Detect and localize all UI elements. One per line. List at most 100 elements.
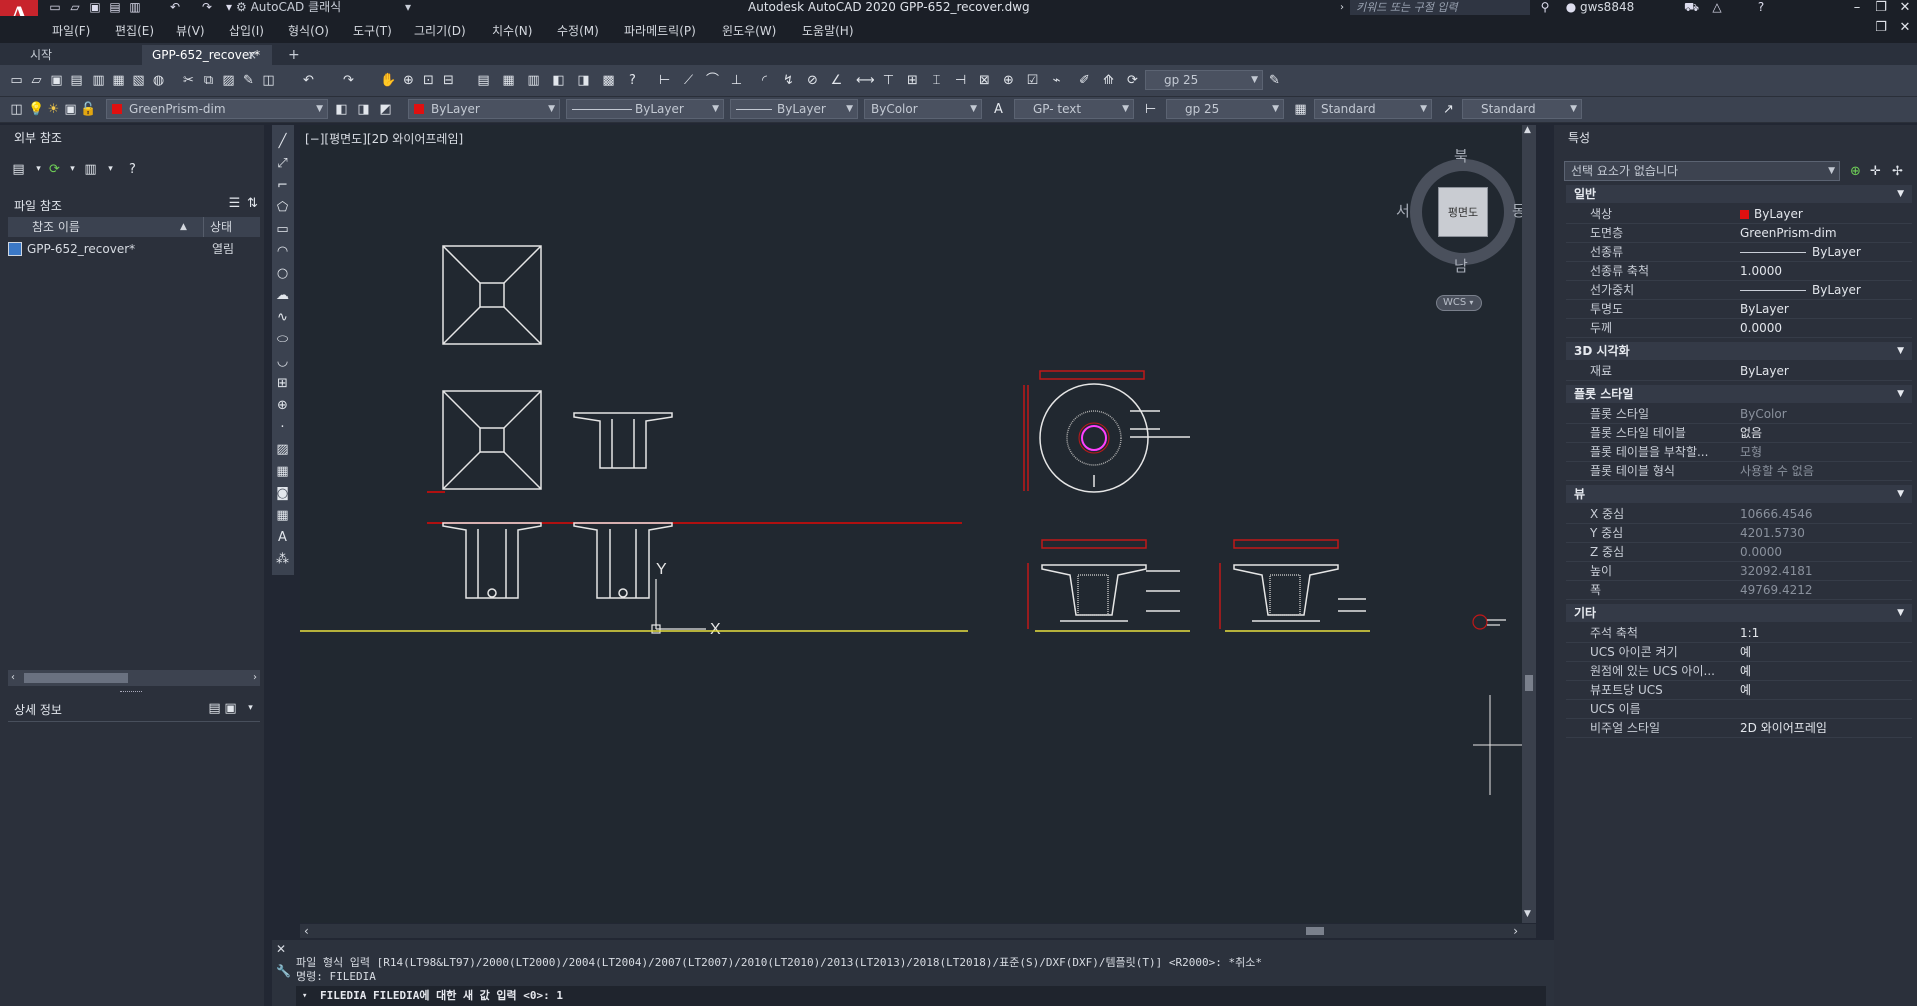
polygon-icon[interactable]: ⬠ [274, 199, 291, 216]
viewcube[interactable]: 평면도 북 남 동 서 [1396, 145, 1526, 285]
quickcalc-icon[interactable]: ▩ [600, 72, 617, 89]
property-row[interactable]: 선종류 ByLayer [1566, 243, 1912, 262]
undo-icon[interactable]: ↶ [300, 72, 317, 89]
open-file-icon[interactable]: ▱ [68, 1, 82, 14]
saveas-icon[interactable]: ▤ [68, 72, 85, 89]
scroll-thumb-vertical[interactable] [1525, 675, 1533, 691]
menu-modify[interactable]: 수정(M) [557, 22, 599, 39]
user-icon[interactable]: ● [1564, 1, 1578, 14]
dim-text-edit-icon[interactable]: ⟰ [1100, 72, 1117, 89]
scroll-left-icon[interactable]: ‹ [11, 670, 15, 686]
doc-close-icon[interactable]: ✕ [1894, 20, 1916, 36]
layer-on-icon[interactable]: 💡 [28, 101, 45, 118]
dim-arc-icon[interactable]: ⌒ [704, 72, 721, 89]
hatch-icon[interactable]: ▨ [274, 441, 291, 458]
preview-icon[interactable]: ▣ [222, 700, 239, 717]
property-row[interactable]: 선종류 축척 1.0000 [1566, 262, 1912, 281]
jogged-linear-icon[interactable]: ⌁ [1048, 72, 1065, 89]
layer-combo[interactable]: GreenPrism-dim ▼ [106, 99, 328, 119]
cart-icon[interactable]: ⛟ [1684, 1, 1699, 14]
workspace-selector[interactable]: ⚙ AutoCAD 클래식 ▾ [236, 0, 421, 15]
section-header[interactable]: 기타 ▼ [1566, 604, 1912, 622]
tool-palettes-icon[interactable]: ▥ [525, 72, 542, 89]
refresh-icon[interactable]: ⟳ [46, 161, 63, 178]
menu-dimension[interactable]: 치수(N) [492, 22, 532, 39]
point-icon[interactable]: · [274, 419, 291, 436]
drawing-canvas[interactable]: [−][평면도][2D 와이어프레임] Y X 평면도 북 남 동 서 WCS … [300, 125, 1536, 938]
arc-icon[interactable]: ◠ [274, 243, 291, 260]
canvas-horizontal-scrollbar[interactable]: ‹ › [300, 924, 1536, 938]
dimstyle-manager-icon[interactable]: ✎ [1266, 72, 1283, 89]
dim-space-icon[interactable]: ⌶ [928, 72, 945, 89]
command-menu-icon[interactable]: ▾ [302, 986, 307, 1006]
dim-jogged-icon[interactable]: ↯ [780, 72, 797, 89]
scroll-right-icon[interactable]: › [253, 670, 257, 686]
property-row[interactable]: 주석 축척 1:1 [1566, 624, 1912, 643]
menu-edit[interactable]: 편집(E) [115, 22, 154, 39]
list-view-icon[interactable]: ☰ [226, 195, 243, 212]
dimstyle-combo[interactable]: gp 25 ▼ [1145, 70, 1263, 90]
property-row[interactable]: 뷰포트당 UCS 예 [1566, 681, 1912, 700]
help-icon[interactable]: ? [124, 161, 141, 178]
save-as-icon[interactable]: ▤ [108, 1, 122, 14]
layer-viewport-icon[interactable]: ▣ [62, 101, 79, 118]
property-row[interactable]: 플롯 테이블 형식 사용할 수 없음 [1566, 462, 1912, 481]
dim-linear-icon[interactable]: ⊢ [656, 72, 673, 89]
quick-select-icon[interactable]: ✢ [1889, 163, 1906, 180]
inspect-icon[interactable]: ☑ [1024, 72, 1041, 89]
collapse-chevron-icon[interactable]: ▼ [1897, 604, 1904, 622]
property-row[interactable]: 폭 49769.4212 [1566, 581, 1912, 600]
property-row[interactable]: Y 중심 4201.5730 [1566, 524, 1912, 543]
dim-aligned-icon[interactable]: ⟋ [680, 72, 697, 89]
properties-icon[interactable]: ▤ [475, 72, 492, 89]
col-status-header[interactable]: 상태 [210, 217, 232, 237]
close-icon[interactable]: ✕ [276, 942, 286, 956]
property-row[interactable]: 재료 ByLayer [1566, 362, 1912, 381]
scroll-thumb-horizontal[interactable] [1306, 927, 1324, 935]
scroll-left-icon[interactable]: ‹ [304, 924, 309, 938]
construction-line-icon[interactable]: ⤢ [274, 155, 291, 172]
make-block-icon[interactable]: ⊕ [274, 397, 291, 414]
dim-diameter-icon[interactable]: ⊘ [804, 72, 821, 89]
mleader-style-icon[interactable]: ↗ [1440, 101, 1457, 118]
color-combo[interactable]: ByLayer ▼ [408, 99, 560, 119]
property-row[interactable]: 플롯 스타일 테이블 없음 [1566, 424, 1912, 443]
text-style-icon[interactable]: A [990, 101, 1007, 118]
linetype-combo[interactable]: ByLayer ▼ [566, 99, 724, 119]
scroll-thumb[interactable] [24, 673, 128, 683]
new-icon[interactable]: ▭ [8, 72, 25, 89]
collapse-chevron-icon[interactable]: ▼ [1897, 385, 1904, 403]
collapse-chevron-icon[interactable]: ▼ [1897, 185, 1904, 203]
ellipse-icon[interactable]: ⬭ [274, 331, 291, 348]
horizontal-scrollbar[interactable]: ‹ › [8, 670, 260, 686]
property-row[interactable]: 선가중치 ByLayer [1566, 281, 1912, 300]
menu-file[interactable]: 파일(F) [52, 22, 90, 39]
section-header[interactable]: 일반 ▼ [1566, 185, 1912, 203]
chevron-down-icon[interactable]: ▾ [102, 161, 119, 178]
zoom-realtime-icon[interactable]: ⊕ [400, 72, 417, 89]
revcloud-icon[interactable]: ☁ [274, 287, 291, 304]
collapse-chevron-icon[interactable]: ▼ [1897, 342, 1904, 360]
add-tab-icon[interactable]: + [288, 45, 300, 65]
dim-radius-icon[interactable]: ◜ [756, 72, 773, 89]
dim-angular-icon[interactable]: ∠ [828, 72, 845, 89]
scroll-down-icon[interactable]: ▼ [1524, 909, 1531, 919]
viewcube-south[interactable]: 남 [1454, 255, 1468, 276]
viewcube-north[interactable]: 북 [1454, 145, 1468, 166]
a360-icon[interactable]: △ [1710, 1, 1724, 14]
binoculars-icon[interactable]: ⚲ [1538, 1, 1552, 14]
markup-icon[interactable]: ◨ [575, 72, 592, 89]
property-row[interactable]: 두께 0.0000 [1566, 319, 1912, 338]
tab-start[interactable]: 시작 [20, 45, 62, 65]
table-style-icon[interactable]: ▦ [1292, 101, 1309, 118]
menu-format[interactable]: 형식(O) [288, 22, 329, 39]
redo-icon[interactable]: ↷ [200, 1, 214, 14]
property-row[interactable]: 도면층 GreenPrism-dim [1566, 224, 1912, 243]
quick-dim-icon[interactable]: ⟷ [856, 72, 875, 89]
cut-icon[interactable]: ✂ [180, 72, 197, 89]
property-row[interactable]: 플롯 스타일 ByColor [1566, 405, 1912, 424]
circle-icon[interactable]: ○ [274, 265, 291, 282]
design-center-icon[interactable]: ▦ [500, 72, 517, 89]
viewcube-west[interactable]: 서 [1396, 200, 1410, 221]
viewcube-top-face[interactable]: 평면도 [1438, 187, 1488, 237]
